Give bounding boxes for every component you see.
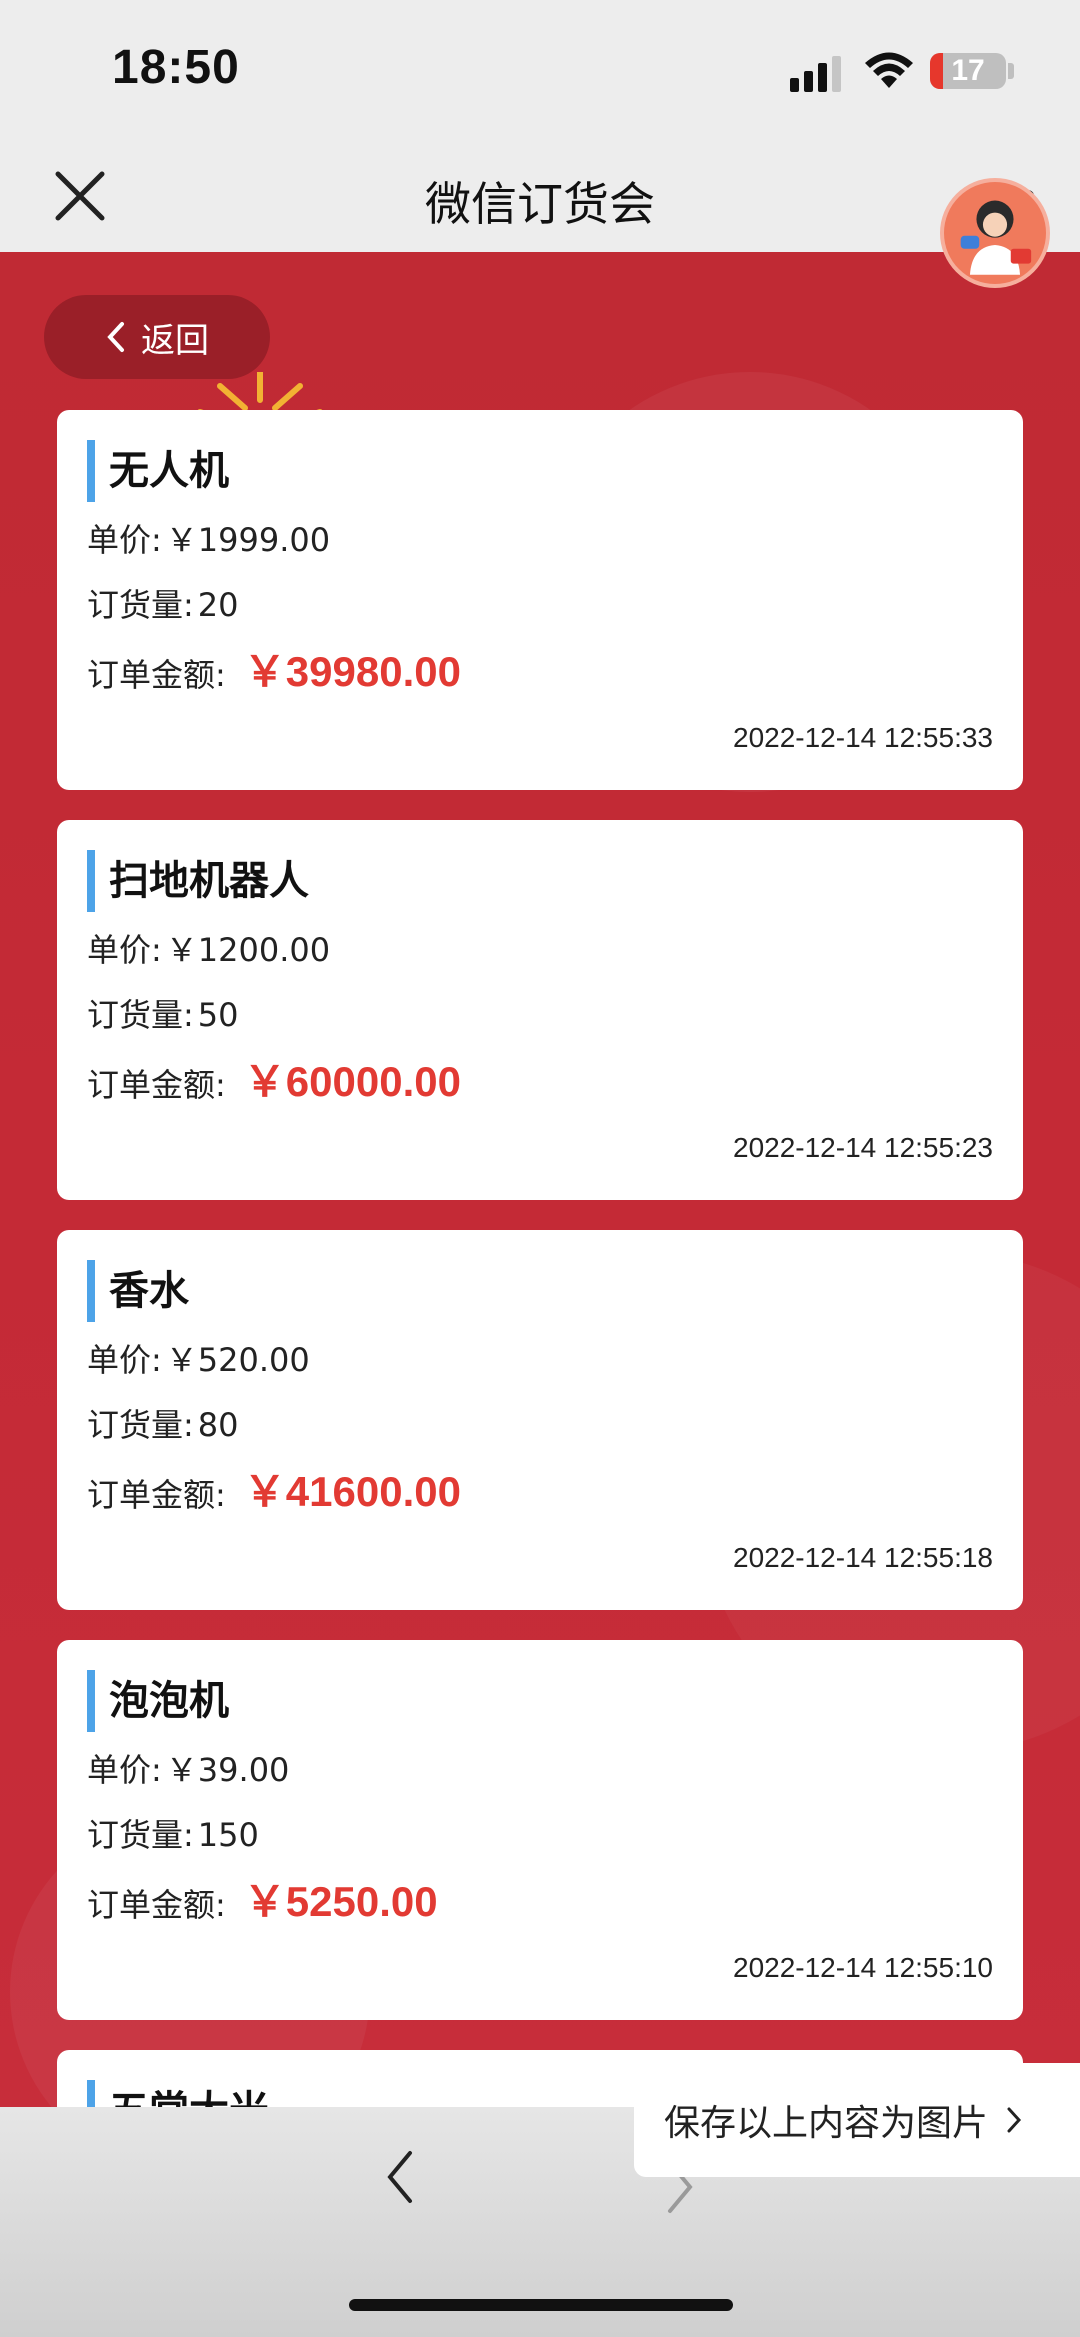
unit-price-label: 单价: bbox=[87, 1341, 162, 1379]
product-name: 扫地机器人 bbox=[109, 858, 309, 904]
unit-price-value: ￥1200.00 bbox=[165, 931, 331, 969]
back-button[interactable]: 返回 bbox=[44, 295, 270, 379]
order-time: 2022-12-14 12:55:18 bbox=[733, 1542, 993, 1573]
battery-icon: 17 bbox=[930, 53, 1006, 89]
title-accent-bar bbox=[87, 1260, 95, 1322]
customer-service-icon bbox=[960, 200, 1032, 275]
quantity-value: 80 bbox=[197, 1406, 239, 1444]
order-time: 2022-12-14 12:55:10 bbox=[733, 1952, 993, 1983]
product-name: 五常大米 bbox=[109, 2080, 269, 2107]
quantity-value: 50 bbox=[197, 996, 239, 1034]
battery-tip bbox=[1008, 63, 1014, 79]
quantity-row: 订货量: 80 bbox=[87, 1403, 239, 1447]
home-indicator[interactable] bbox=[349, 2299, 733, 2311]
quantity-row: 订货量: 150 bbox=[87, 1813, 259, 1857]
unit-price-value: ￥520.00 bbox=[165, 1341, 310, 1379]
product-name: 无人机 bbox=[109, 448, 229, 494]
title-accent-bar bbox=[87, 440, 95, 502]
status-bar: 18:50 17 bbox=[0, 0, 1080, 140]
quantity-value: 150 bbox=[197, 1816, 259, 1854]
order-time: 2022-12-14 12:55:23 bbox=[733, 1132, 993, 1163]
customer-service-avatar[interactable] bbox=[940, 178, 1050, 288]
nav-bar: 微信订货会 bbox=[0, 140, 1080, 252]
unit-price-label: 单价: bbox=[87, 931, 162, 969]
order-card[interactable]: 泡泡机 单价: ￥39.00 订货量: 150 订单金额: ￥5250.00 2022… bbox=[57, 1640, 1023, 2020]
title-accent-bar bbox=[87, 2080, 95, 2107]
unit-price-value: ￥1999.00 bbox=[165, 521, 331, 559]
order-card[interactable]: 香水 单价: ￥520.00 订货量: 80 订单金额: ￥41600.00 2022… bbox=[57, 1230, 1023, 1610]
amount-label: 订单金额: bbox=[87, 1886, 226, 1924]
amount-value: ￥5250.00 bbox=[243, 1878, 438, 1925]
amount-label: 订单金额: bbox=[87, 1476, 226, 1514]
chevron-right-icon bbox=[1007, 2107, 1022, 2133]
main-content[interactable]: 返回 无人机 单价: ￥1999.00 订货量: 20 订单金额: ￥39980.00… bbox=[0, 252, 1080, 2107]
chevron-left-icon bbox=[107, 322, 124, 352]
order-card[interactable]: 无人机 单价: ￥1999.00 订货量: 20 订单金额: ￥39980.00 20… bbox=[57, 410, 1023, 790]
unit-price-row: 单价: ￥1200.00 bbox=[87, 928, 330, 972]
amount-row: 订单金额: ￥41600.00 bbox=[87, 1470, 461, 1517]
quantity-value: 20 bbox=[197, 586, 239, 624]
quantity-label: 订货量: bbox=[87, 586, 194, 624]
page-title: 微信订货会 bbox=[425, 177, 655, 231]
order-card[interactable]: 扫地机器人 单价: ￥1200.00 订货量: 50 订单金额: ￥60000.00 … bbox=[57, 820, 1023, 1200]
unit-price-label: 单价: bbox=[87, 521, 162, 559]
amount-row: 订单金额: ￥39980.00 bbox=[87, 650, 461, 697]
unit-price-row: 单价: ￥520.00 bbox=[87, 1338, 310, 1382]
amount-row: 订单金额: ￥60000.00 bbox=[87, 1060, 461, 1107]
title-accent-bar bbox=[87, 1670, 95, 1732]
quantity-row: 订货量: 50 bbox=[87, 993, 239, 1037]
unit-price-row: 单价: ￥39.00 bbox=[87, 1748, 289, 1792]
unit-price-value: ￥39.00 bbox=[165, 1751, 290, 1789]
battery-level: 17 bbox=[951, 54, 985, 87]
chevron-left-icon[interactable] bbox=[380, 2147, 420, 2207]
amount-value: ￥39980.00 bbox=[243, 648, 461, 695]
status-time: 18:50 bbox=[112, 41, 240, 94]
quantity-label: 订货量: bbox=[87, 1816, 194, 1854]
back-button-label: 返回 bbox=[141, 320, 209, 361]
order-time: 2022-12-14 12:55:33 bbox=[733, 722, 993, 753]
save-as-image-label: 保存以上内容为图片 bbox=[664, 2103, 989, 2144]
signal-icon bbox=[790, 56, 841, 92]
amount-value: ￥60000.00 bbox=[243, 1058, 461, 1105]
amount-row: 订单金额: ￥5250.00 bbox=[87, 1880, 438, 1927]
amount-label: 订单金额: bbox=[87, 1066, 226, 1104]
amount-value: ￥41600.00 bbox=[243, 1468, 461, 1515]
quantity-row: 订货量: 20 bbox=[87, 583, 239, 627]
product-name: 香水 bbox=[109, 1268, 189, 1314]
quantity-label: 订货量: bbox=[87, 996, 194, 1034]
title-accent-bar bbox=[87, 850, 95, 912]
unit-price-label: 单价: bbox=[87, 1751, 162, 1789]
quantity-label: 订货量: bbox=[87, 1406, 194, 1444]
save-as-image-button[interactable]: 保存以上内容为图片 bbox=[634, 2063, 1080, 2177]
product-name: 泡泡机 bbox=[109, 1678, 229, 1724]
unit-price-row: 单价: ￥1999.00 bbox=[87, 518, 330, 562]
wifi-icon bbox=[865, 52, 913, 88]
amount-label: 订单金额: bbox=[87, 656, 226, 694]
